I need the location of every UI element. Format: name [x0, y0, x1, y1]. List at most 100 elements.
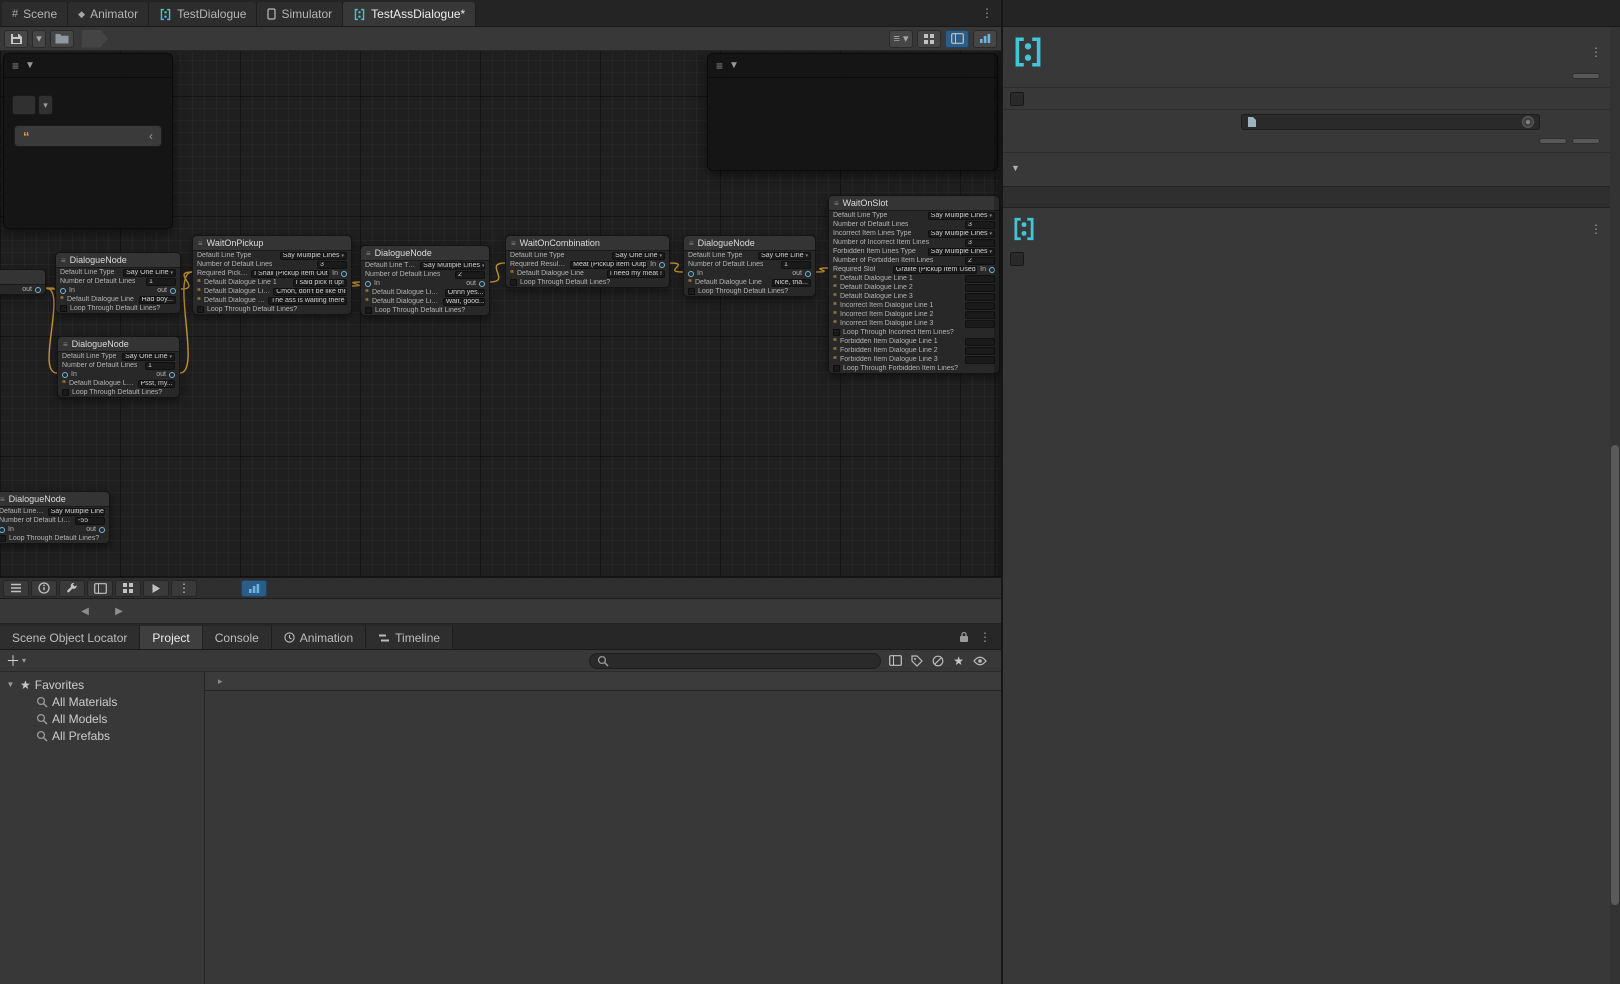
node-field[interactable]: Say Multiple Lines▾ — [48, 508, 105, 516]
kebab-menu-icon[interactable]: ⋮ — [979, 630, 991, 644]
graph-inspector-toggle[interactable] — [973, 30, 997, 48]
output-port[interactable] — [35, 287, 41, 293]
node-title-bar[interactable]: ≡WaitOnCombination — [506, 236, 669, 251]
node-field[interactable]: Say One Line▾ — [122, 353, 175, 361]
blackboard-toggle[interactable] — [945, 30, 969, 48]
graph-node-dialogue-node-3[interactable]: ≡DialogueNodeDefault Line TypeSay Multip… — [360, 245, 490, 316]
hidden-packages-icon[interactable] — [932, 655, 944, 667]
scrollbar-thumb[interactable] — [1611, 445, 1619, 905]
node-field[interactable]: 3 — [317, 261, 347, 269]
forward-button[interactable]: ▶ — [107, 602, 131, 621]
graph-tool-chart-button[interactable] — [241, 580, 267, 597]
graph-breadcrumb[interactable] — [82, 30, 108, 48]
graph-edge[interactable] — [181, 272, 192, 289]
visibility-count[interactable] — [973, 656, 991, 666]
input-port[interactable] — [688, 271, 694, 277]
inspector-scrollbar[interactable] — [1610, 27, 1620, 984]
node-text-field[interactable]: I need my meat ! — [607, 270, 665, 278]
node-field[interactable]: Say One Line▾ — [758, 252, 811, 260]
graph-scrollbar[interactable] — [994, 51, 1001, 577]
output-port[interactable] — [805, 271, 811, 277]
graph-edge[interactable] — [816, 268, 828, 272]
node-text-field[interactable] — [965, 347, 995, 355]
graph-node-wait-on-pickup[interactable]: ≡WaitOnPickupDefault Line TypeSay Multip… — [192, 235, 352, 315]
apply-button[interactable] — [1572, 138, 1600, 144]
graph-edge[interactable] — [46, 288, 55, 289]
output-port[interactable] — [479, 281, 485, 287]
graph-edge[interactable] — [670, 263, 683, 272]
node-object-field[interactable]: Grailte (Pickup Item Used) — [893, 266, 977, 274]
node-field[interactable]: Say Multiple Lines▾ — [928, 230, 995, 238]
view-options-button[interactable]: ≡▾ — [889, 30, 913, 48]
blackboard-header[interactable]: ≡ ▼ — [4, 54, 172, 78]
node-text-field[interactable] — [965, 302, 995, 310]
window-tab-animator[interactable]: ◆Animator — [68, 2, 149, 26]
node-text-field[interactable] — [965, 311, 995, 319]
postprocessors-foldout[interactable]: ▼ — [1003, 157, 1610, 178]
blackboard-panel[interactable]: ≡ ▼ ▾ “ ‹ — [3, 53, 173, 229]
node-field[interactable]: Say Multiple Lines▾ — [420, 262, 485, 270]
graph-edge[interactable] — [180, 272, 192, 373]
save-search-star-icon[interactable]: ★ — [953, 654, 964, 668]
graph-tool-list-button[interactable] — [3, 580, 29, 597]
tab-scene-object-locator[interactable]: Scene Object Locator — [0, 626, 140, 649]
kebab-menu-icon[interactable]: ⋮ — [1590, 45, 1602, 59]
sidebar-item-all-models[interactable]: All Models — [0, 710, 204, 727]
revert-button[interactable] — [1539, 138, 1567, 144]
node-field[interactable]: Say Multiple Lines▾ — [928, 212, 995, 220]
graph-edge[interactable] — [490, 263, 505, 282]
node-title-bar[interactable]: ≡DialogueNode — [0, 492, 109, 507]
graph-node-dialogue-node-1[interactable]: ≡DialogueNodeDefault Line TypeSay One Li… — [55, 252, 181, 314]
blackboard-property-speakername[interactable]: “ ‹ — [14, 125, 162, 147]
node-text-field[interactable] — [965, 356, 995, 364]
node-text-field[interactable] — [965, 320, 995, 328]
input-port[interactable] — [341, 271, 347, 277]
collapse-arrow-icon[interactable]: ▼ — [25, 60, 35, 71]
node-field[interactable]: Say One Line▾ — [612, 252, 665, 260]
node-object-field[interactable]: Meat (Pickup Item Outp...) — [570, 261, 647, 269]
checkbox[interactable] — [0, 535, 6, 542]
graph-tool-info-button[interactable] — [31, 580, 57, 597]
node-field[interactable]: 2 — [965, 257, 995, 265]
input-port[interactable] — [365, 281, 371, 287]
output-port[interactable] — [99, 527, 105, 533]
node-field[interactable]: 2 — [455, 271, 485, 279]
window-tab-testdialogue[interactable]: TestDialogue — [149, 2, 257, 26]
output-port[interactable] — [169, 372, 175, 378]
checkbox[interactable] — [365, 307, 372, 314]
node-field[interactable]: Say Multiple Lines▾ — [280, 252, 347, 260]
node-field[interactable]: Say Multiple Lines▾ — [928, 248, 995, 256]
checkbox[interactable] — [60, 305, 67, 312]
graph-node-start-node[interactable]: ≡rtNodeout — [0, 269, 46, 295]
input-port[interactable] — [60, 288, 66, 294]
checkbox[interactable] — [688, 288, 695, 295]
graph-node-wait-on-combination[interactable]: ≡WaitOnCombinationDefault Line TypeSay O… — [505, 235, 670, 288]
node-field[interactable]: 1 — [145, 362, 175, 370]
collapse-arrow-icon[interactable]: ▼ — [729, 60, 739, 71]
window-tab-testassdialogue[interactable]: TestAssDialogue* — [343, 2, 476, 26]
tab-animation[interactable]: Animation — [272, 626, 366, 649]
node-text-field[interactable] — [965, 284, 995, 292]
node-field[interactable]: 1 — [781, 261, 811, 269]
graph-tool-wrench-button[interactable] — [59, 580, 85, 597]
checkbox[interactable] — [510, 279, 517, 286]
kebab-menu-icon[interactable]: ⋮ — [1590, 222, 1602, 236]
node-title-bar[interactable]: ≡DialogueNode — [361, 246, 489, 261]
importer-script-field[interactable] — [1241, 114, 1540, 130]
checkbox[interactable] — [197, 306, 204, 313]
search-by-label-icon[interactable] — [911, 655, 923, 667]
node-field[interactable]: 1 — [146, 278, 176, 286]
addressable-checkbox[interactable] — [1010, 252, 1024, 266]
node-text-field[interactable] — [965, 338, 995, 346]
checkbox[interactable] — [833, 329, 840, 336]
dialogue-graph-canvas[interactable]: ≡rtNodeout ≡DialogueNodeDefault Line Type… — [0, 51, 1001, 578]
kebab-menu-icon[interactable]: ⋮ — [981, 6, 993, 20]
node-title-bar[interactable]: ≡DialogueNode — [684, 236, 815, 251]
object-picker-icon[interactable] — [1522, 116, 1534, 128]
graph-inspector-header[interactable]: ≡ ▼ — [708, 54, 997, 78]
graph-node-dialogue-node-4[interactable]: ≡DialogueNodeDefault Line TypeSay One Li… — [683, 235, 816, 297]
addressable-checkbox[interactable] — [1010, 92, 1024, 106]
node-title-bar[interactable]: ≡DialogueNode — [58, 337, 179, 352]
open-button[interactable] — [1572, 73, 1600, 79]
graph-tool-kebab-button[interactable]: ⋮ — [171, 580, 197, 597]
